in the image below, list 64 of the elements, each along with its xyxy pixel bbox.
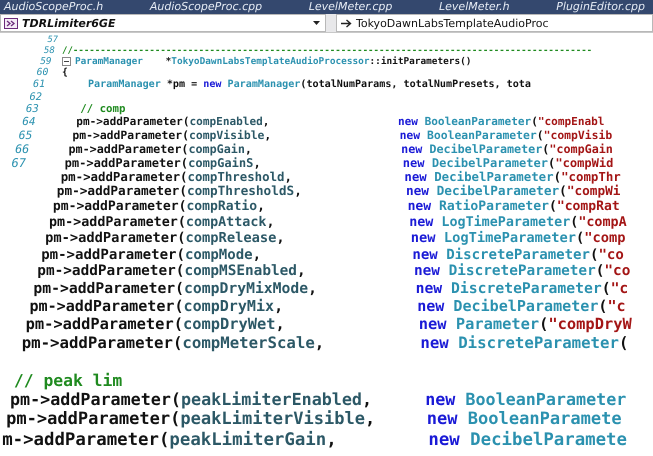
- code-line: new DecibelParameter("compGain: [401, 142, 613, 156]
- code-line: // peak lim: [14, 370, 122, 390]
- line-number: 64: [21, 115, 36, 128]
- code-line: new DecibelParameter("compWid: [402, 156, 614, 170]
- member-dropdown[interactable]: TokyoDawnLabsTemplateAudioProc: [336, 14, 653, 32]
- code-line: {: [62, 67, 68, 78]
- code-line: pm->addParameter(compThreshold,: [60, 169, 292, 184]
- file-tab[interactable]: AudioScopeProc.cpp: [150, 0, 262, 14]
- code-line: pm->addParameter(compGain,: [68, 142, 252, 156]
- code-line: pm->addParameter(compMode,: [41, 246, 262, 263]
- code-line: new LogTimeParameter("compA: [409, 214, 627, 230]
- line-number: 62: [28, 90, 42, 103]
- line-number: 67: [10, 156, 26, 170]
- code-line: pm->addParameter(peakLimiterEnabled,: [10, 389, 372, 410]
- code-line: pm->addParameter(compVisible,: [72, 128, 272, 142]
- code-line: new Parameter("compDryW: [418, 314, 632, 333]
- code-line: new BooleanParamete: [426, 409, 622, 430]
- caret-icon: [313, 21, 320, 25]
- code-line: pm->addParameter(compRelease,: [45, 230, 285, 246]
- code-line: new BooleanParameter("compVisib: [400, 128, 612, 142]
- code-line: pm->addParameter(compMSEnabled,: [37, 263, 306, 280]
- code-line: pm->addParameter(compMeterScale,: [22, 332, 324, 352]
- code-line: ParamManager *TokyoDawnLabsTemplateAudioProcessor::initParameters(): [74, 56, 472, 68]
- code-line: new DecibelParameter("c: [417, 297, 626, 316]
- code-line: pm->addParameter(compEnabled,: [76, 115, 270, 128]
- code-line: new LogTimeParameter("comp: [410, 230, 626, 246]
- arrow-icon: [340, 18, 352, 28]
- code-line: // comp: [80, 102, 126, 116]
- line-number: 58: [42, 46, 55, 56]
- code-line: pm->addParameter(compDryWet,: [26, 314, 285, 333]
- code-line: new BooleanParameter("compEnabl: [398, 115, 604, 128]
- code-line: new BooleanParameter: [425, 389, 626, 410]
- line-number: 59: [39, 56, 52, 68]
- code-line: new DiscreteParameter("co: [414, 263, 630, 280]
- code-line: pm->addParameter(compThresholdS,: [56, 184, 302, 200]
- line-number: 65: [18, 128, 32, 142]
- code-line: new DecibelParamete: [428, 430, 627, 450]
- project-icon: [4, 18, 18, 28]
- file-tab[interactable]: LevelMeter.cpp: [308, 0, 392, 14]
- file-tab[interactable]: PluginEditor.cpp: [556, 0, 645, 14]
- code-line: pm->addParameter(peakLimiterVisible,: [6, 409, 376, 430]
- line-number: 61: [32, 78, 46, 90]
- code-line: new DecibelParameter("compThr: [404, 169, 621, 184]
- code-line: new DiscreteParameter("co: [412, 246, 624, 263]
- line-number: 60: [36, 67, 48, 78]
- code-line: //-----------------------------------------------------------------------------------------------: [62, 46, 592, 56]
- line-number: 57: [46, 35, 58, 46]
- code-line: new DiscreteParameter("c: [416, 280, 628, 298]
- line-number: 63: [24, 102, 39, 116]
- code-line: m->addParameter(peakLimiterGain,: [2, 430, 337, 450]
- code-line: pm->addParameter(compDryMixMode,: [33, 280, 317, 298]
- code-line: new DecibelParameter("compWi: [406, 184, 620, 200]
- code-line: pm->addParameter(compGainS,: [64, 156, 261, 170]
- code-line: new DiscreteParameter(: [420, 332, 628, 352]
- code-line: pm->addParameter(compDryMix,: [30, 297, 284, 316]
- code-line: new RatioParameter("compRat: [408, 199, 620, 214]
- collapse-icon[interactable]: [62, 57, 71, 66]
- code-line: ParamManager *pm = new ParamManager(totalNumParams, totalNumPresets, tota: [88, 78, 531, 90]
- code-line: pm->addParameter(compRatio,: [52, 199, 265, 214]
- project-dropdown[interactable]: TDRLimiter6GE: [0, 14, 326, 32]
- line-number: 66: [14, 142, 30, 156]
- code-line: pm->addParameter(compAttack,: [49, 214, 274, 230]
- file-tab[interactable]: AudioScopeProc.h: [4, 0, 104, 14]
- file-tab[interactable]: LevelMeter.h: [439, 0, 510, 14]
